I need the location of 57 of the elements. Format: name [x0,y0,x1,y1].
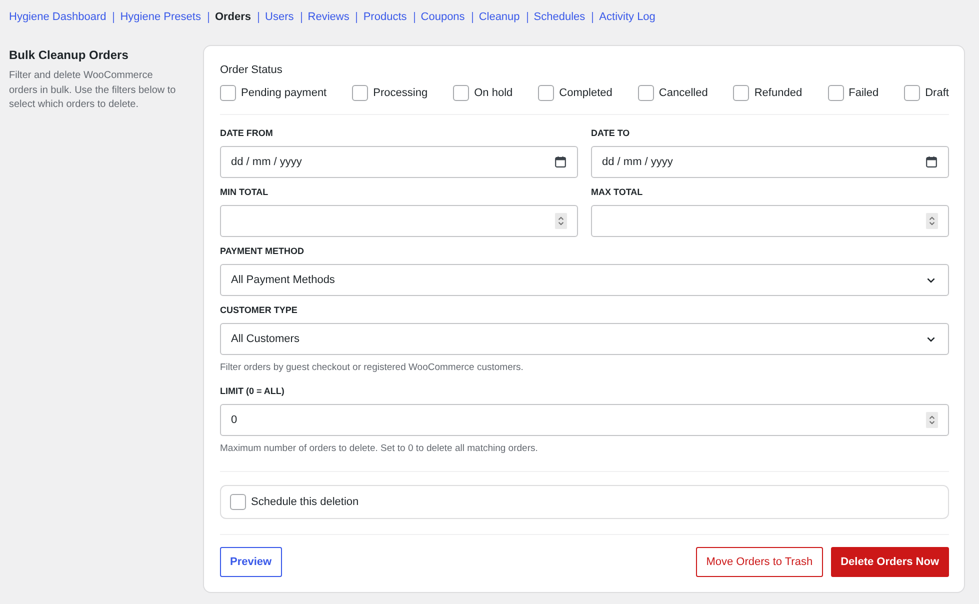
number-input[interactable]: 0 [220,404,949,436]
nav-link[interactable]: Schedules [534,11,586,24]
help-text: Maximum number of orders to delete. Set to 0 to delete all matching orders. [220,443,539,455]
checkbox[interactable] [638,85,654,101]
field-label: MIN TOTAL [220,186,270,198]
nav-link[interactable]: Hygiene Dashboard [9,11,106,24]
select-dropdown[interactable]: All Customers [220,323,949,355]
nav-link[interactable]: Products [363,11,407,24]
field-label: DATE TO [591,127,631,139]
spinner-icon[interactable] [926,412,938,428]
calendar-icon[interactable] [926,156,937,168]
help-text: Filter orders by guest checkout or registered WooCommerce customers. [220,362,524,374]
checkbox[interactable] [538,85,554,101]
date-input[interactable]: dd / mm / yyyy [591,146,949,178]
nav-link[interactable]: Activity Log [599,11,656,24]
date-input[interactable]: dd / mm / yyyy [220,146,578,178]
select-dropdown[interactable]: All Payment Methods [220,264,949,296]
checkbox-label[interactable]: Refunded [754,86,802,100]
checkbox-label[interactable]: Completed [559,86,612,100]
preview-button[interactable]: Preview [220,547,282,577]
checkbox[interactable] [733,85,750,101]
nav-link[interactable]: Coupons [420,11,465,24]
delete-button[interactable]: Delete Orders Now [830,547,949,577]
nav-link[interactable]: Orders [214,11,252,24]
spinner-icon[interactable] [926,213,938,229]
checkbox-label[interactable]: On hold [474,86,513,100]
calendar-icon[interactable] [555,156,566,168]
checkbox-label[interactable]: Pending payment [241,86,327,100]
checkbox-label[interactable]: Cancelled [658,86,708,100]
checkbox[interactable] [352,85,368,101]
chevron-down-icon [927,278,935,282]
nav-link[interactable]: Reviews [308,11,350,24]
field-label: PAYMENT METHOD [220,245,306,257]
checkbox[interactable] [220,85,236,101]
checkbox[interactable] [828,85,844,101]
trash-button[interactable]: Move Orders to Trash [696,547,823,577]
checkbox-label[interactable]: Draft [925,86,949,100]
field-label: Order Status [220,63,284,77]
section-description: Filter and delete WooCommerce orders in bulk. Use the filters below to select which orders to delete. [9,69,177,112]
field-label: DATE FROM [220,127,274,139]
field-label: CUSTOMER TYPE [220,304,298,316]
number-input[interactable] [220,205,578,237]
checkbox-label[interactable]: Processing [373,86,428,100]
section-title: Bulk Cleanup Orders [9,48,130,62]
nav-link[interactable]: Users [265,11,294,24]
number-input[interactable] [591,205,949,237]
nav-link[interactable]: Hygiene Presets [120,11,201,24]
field-label: LIMIT (0 = ALL) [220,385,286,397]
checkbox-label[interactable]: Schedule this deletion [251,495,359,509]
checkbox-label[interactable]: Failed [848,86,879,100]
nav-link[interactable]: Cleanup [478,11,520,24]
checkbox[interactable] [230,494,246,510]
checkbox[interactable] [453,85,470,101]
checkbox[interactable] [904,85,920,101]
spinner-icon[interactable] [555,213,567,229]
field-label: MAX TOTAL [591,186,644,198]
chevron-down-icon [927,336,935,342]
